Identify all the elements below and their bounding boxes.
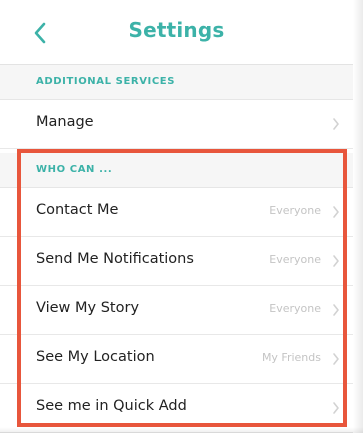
row-label: See me in Quick Add bbox=[36, 398, 187, 414]
chevron-right-icon bbox=[333, 255, 339, 267]
chevron-right-icon bbox=[333, 402, 339, 414]
send-me-notifications-row[interactable]: Send Me Notifications Everyone bbox=[0, 237, 353, 286]
row-value: Everyone bbox=[269, 302, 321, 315]
settings-screen: Settings ADDITIONAL SERVICES Manage WHO … bbox=[0, 0, 353, 433]
chevron-right-icon bbox=[333, 206, 339, 218]
row-label: View My Story bbox=[36, 300, 140, 316]
see-me-in-quick-add-row[interactable]: See me in Quick Add bbox=[0, 384, 353, 433]
section-heading: WHO CAN ... bbox=[36, 164, 113, 175]
row-label: Send Me Notifications bbox=[36, 251, 194, 267]
contact-me-row[interactable]: Contact Me Everyone bbox=[0, 188, 353, 237]
manage-row[interactable]: Manage bbox=[0, 100, 353, 149]
chevron-right-icon bbox=[333, 118, 339, 130]
chevron-right-icon bbox=[333, 304, 339, 316]
row-label: Manage bbox=[36, 114, 94, 130]
header-bar: Settings bbox=[0, 0, 353, 65]
chevron-right-icon bbox=[333, 353, 339, 365]
row-value: Everyone bbox=[269, 253, 321, 266]
row-value: My Friends bbox=[261, 351, 321, 364]
row-label: Contact Me bbox=[36, 202, 119, 218]
page-title: Settings bbox=[128, 18, 225, 42]
row-value: Everyone bbox=[269, 204, 321, 217]
row-label: See My Location bbox=[36, 349, 155, 365]
section-heading: ADDITIONAL SERVICES bbox=[36, 76, 176, 87]
screen-shadow bbox=[353, 0, 363, 433]
view-my-story-row[interactable]: View My Story Everyone bbox=[0, 286, 353, 335]
section-header-additional-services: ADDITIONAL SERVICES bbox=[0, 65, 353, 100]
section-header-who-can: WHO CAN ... bbox=[0, 153, 353, 188]
screen-shadow-bottom bbox=[0, 427, 363, 433]
see-my-location-row[interactable]: See My Location My Friends bbox=[0, 335, 353, 384]
